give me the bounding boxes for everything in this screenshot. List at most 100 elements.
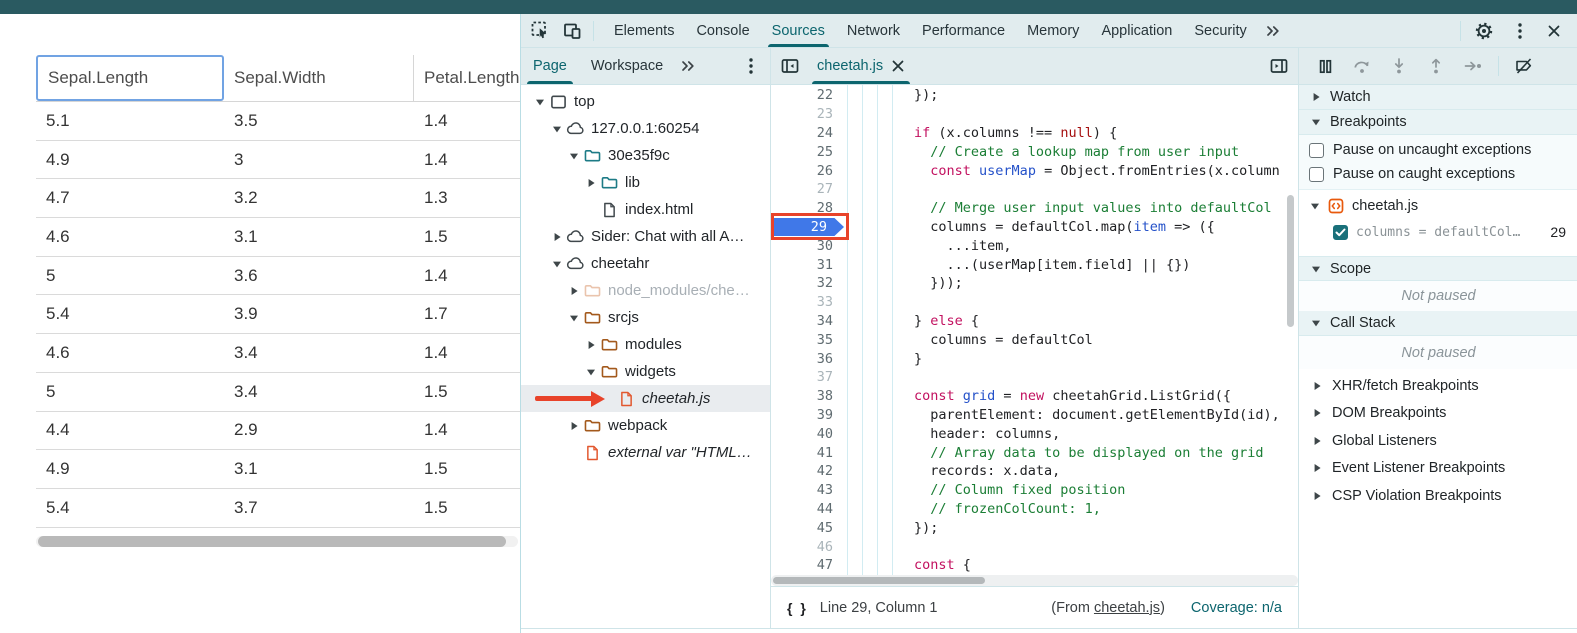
source-origin-link[interactable]: cheetah.js — [1094, 600, 1160, 616]
line-number[interactable]: 32 — [771, 275, 833, 291]
chevron-down-icon[interactable] — [584, 367, 598, 377]
chevron-down-icon[interactable] — [550, 259, 564, 269]
grid-cell[interactable]: 5.4 — [36, 489, 224, 527]
grid-cell[interactable]: 3.1 — [224, 218, 414, 256]
grid-cell[interactable]: 1.5 — [414, 218, 520, 256]
grid-cell[interactable]: 1.4 — [414, 257, 520, 295]
grid-cell[interactable]: 5.4 — [36, 295, 224, 333]
line-number[interactable]: 31 — [771, 257, 833, 273]
chevron-down-icon[interactable] — [567, 313, 581, 323]
line-number[interactable]: 22 — [771, 87, 833, 103]
line-number[interactable]: 37 — [771, 369, 833, 385]
chevron-down-icon[interactable] — [1309, 201, 1320, 211]
inspect-icon[interactable] — [530, 20, 552, 42]
line-number[interactable]: 38 — [771, 388, 833, 404]
grid-cell[interactable]: 1.5 — [414, 373, 520, 411]
tree-item-external-var-html[interactable]: external var "HTML… — [521, 439, 770, 466]
grid-cell[interactable]: 1.4 — [414, 141, 520, 179]
navigator-tab-workspace[interactable]: Workspace — [579, 48, 675, 84]
deactivate-breakpoints-icon[interactable] — [1512, 54, 1536, 78]
pretty-print-icon[interactable]: { } — [787, 600, 808, 616]
navigator-menu-icon[interactable] — [740, 55, 762, 77]
line-number[interactable]: 27 — [771, 181, 833, 197]
grid-cell[interactable]: 1.5 — [414, 450, 520, 488]
line-number[interactable]: 40 — [771, 426, 833, 442]
grid-cell[interactable]: 4.9 — [36, 141, 224, 179]
tree-item-30e35f9c[interactable]: 30e35f9c — [521, 142, 770, 169]
scrollbar-thumb[interactable] — [773, 577, 985, 584]
grid-cell[interactable]: 3.6 — [224, 257, 414, 295]
tree-item-node-modules-che[interactable]: node_modules/che… — [521, 277, 770, 304]
chevron-right-icon[interactable] — [1310, 92, 1321, 102]
section-global-listeners[interactable]: Global Listeners — [1299, 427, 1577, 455]
tree-item-srcjs[interactable]: srcjs — [521, 304, 770, 331]
grid-cell[interactable]: 5 — [36, 257, 224, 295]
chevron-right-icon[interactable] — [550, 232, 564, 242]
chevron-down-icon[interactable] — [533, 97, 547, 107]
tree-item-index-html[interactable]: index.html — [521, 196, 770, 223]
chevron-down-icon[interactable] — [550, 124, 564, 134]
breakpoints-section-header[interactable]: Breakpoints — [1299, 110, 1577, 135]
grid-cell[interactable]: 1.4 — [414, 334, 520, 372]
step-icon[interactable] — [1461, 54, 1485, 78]
checkbox[interactable] — [1309, 167, 1324, 182]
devtools-tab-memory[interactable]: Memory — [1016, 14, 1090, 47]
tree-item-widgets[interactable]: widgets — [521, 358, 770, 385]
section-dom-breakpoints[interactable]: DOM Breakpoints — [1299, 400, 1577, 428]
line-number[interactable]: 43 — [771, 482, 833, 498]
hide-navigator-icon[interactable] — [779, 55, 801, 77]
line-number[interactable]: 30 — [771, 238, 833, 254]
checkbox[interactable] — [1309, 143, 1324, 158]
line-number[interactable]: 45 — [771, 520, 833, 536]
line-number[interactable]: 41 — [771, 445, 833, 461]
close-devtools-icon[interactable] — [1543, 20, 1565, 42]
tree-item-lib[interactable]: lib — [521, 169, 770, 196]
line-number[interactable]: 23 — [771, 106, 833, 122]
grid-cell[interactable]: 3.7 — [224, 489, 414, 527]
coverage-link[interactable]: Coverage: n/a — [1191, 600, 1282, 616]
device-toolbar-icon[interactable] — [562, 20, 584, 42]
call-stack-section-header[interactable]: Call Stack — [1299, 311, 1577, 336]
line-number[interactable]: 26 — [771, 163, 833, 179]
chevron-down-icon[interactable] — [1310, 318, 1321, 328]
tree-item-sider-chat-with-all-a[interactable]: Sider: Chat with all A… — [521, 223, 770, 250]
grid-header-cell[interactable]: Petal.Length — [414, 55, 520, 101]
grid-cell[interactable]: 5 — [36, 373, 224, 411]
show-debugger-icon[interactable] — [1268, 55, 1290, 77]
line-number[interactable]: 36 — [771, 351, 833, 367]
grid-cell[interactable]: 3.4 — [224, 334, 414, 372]
chevron-down-icon[interactable] — [1310, 264, 1321, 274]
chevron-right-icon[interactable] — [584, 340, 598, 350]
grid-cell[interactable]: 3.1 — [224, 450, 414, 488]
chevron-right-icon[interactable] — [1311, 491, 1322, 501]
grid-header-cell[interactable]: Sepal.Length — [36, 55, 224, 101]
chevron-right-icon[interactable] — [1311, 381, 1322, 391]
scope-section-header[interactable]: Scope — [1299, 256, 1577, 281]
line-number[interactable]: 24 — [771, 125, 833, 141]
chevron-right-icon[interactable] — [567, 421, 581, 431]
grid-cell[interactable]: 1.4 — [414, 412, 520, 450]
pause-script-icon[interactable] — [1313, 54, 1337, 78]
step-over-icon[interactable] — [1350, 54, 1374, 78]
devtools-tab-elements[interactable]: Elements — [603, 14, 685, 47]
tree-item-webpack[interactable]: webpack — [521, 412, 770, 439]
grid-cell[interactable]: 4.7 — [36, 179, 224, 217]
devtools-tab-security[interactable]: Security — [1183, 14, 1257, 47]
devtools-tab-network[interactable]: Network — [836, 14, 911, 47]
code-area[interactable]: 22});2324if (x.columns !== null) {25 // … — [771, 85, 1298, 575]
watch-section-header[interactable]: Watch — [1299, 85, 1577, 110]
grid-cell[interactable]: 4.4 — [36, 412, 224, 450]
grid-cell[interactable]: 3.5 — [224, 102, 414, 140]
section-csp-violation-breakpoints[interactable]: CSP Violation Breakpoints — [1299, 482, 1577, 510]
section-event-listener-breakpoints[interactable]: Event Listener Breakpoints — [1299, 455, 1577, 483]
line-number[interactable]: 44 — [771, 501, 833, 517]
devtools-tab-application[interactable]: Application — [1090, 14, 1183, 47]
settings-gear-icon[interactable] — [1473, 20, 1495, 42]
grid-cell[interactable]: 1.4 — [414, 102, 520, 140]
kebab-menu-icon[interactable] — [1509, 20, 1531, 42]
grid-cell[interactable]: 3.2 — [224, 179, 414, 217]
editor-vertical-scrollbar[interactable] — [1287, 195, 1294, 327]
line-number[interactable]: 35 — [771, 332, 833, 348]
chevron-right-icon[interactable] — [584, 178, 598, 188]
close-tab-icon[interactable] — [891, 59, 905, 73]
